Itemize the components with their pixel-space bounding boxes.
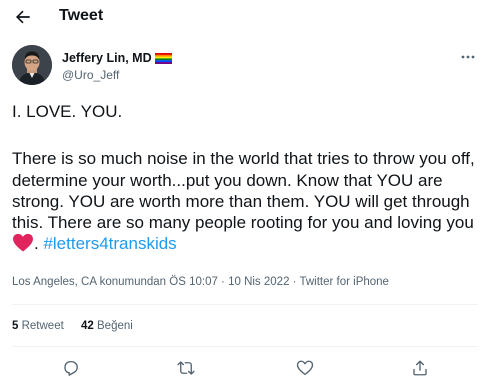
likes-label: Beğeni	[97, 320, 133, 332]
tweet-body-text: There is so much noise in the world that…	[12, 149, 475, 233]
divider	[12, 346, 478, 347]
divider	[12, 304, 478, 305]
more-options-icon[interactable]	[460, 50, 476, 64]
action-bar	[0, 355, 490, 381]
avatar[interactable]	[12, 45, 52, 85]
tweet-header: Tweet	[0, 0, 490, 34]
tweet-line-1: I. LOVE. YOU.	[12, 102, 123, 121]
share-icon[interactable]	[411, 359, 429, 377]
tweet-stats: 5 Retweet 42 Beğeni	[12, 320, 147, 332]
hashtag-link[interactable]: #letters4transkids	[43, 234, 176, 253]
back-arrow-icon[interactable]	[13, 7, 33, 27]
page-title: Tweet	[59, 7, 104, 24]
tweet-paragraph-2: There is so much noise in the world that…	[12, 148, 482, 254]
retweets-stat[interactable]: 5 Retweet	[12, 320, 64, 332]
likes-count: 42	[81, 320, 94, 332]
tweet-meta[interactable]: Los Angeles, CA konumundan ÖS 10:07 · 10…	[12, 276, 389, 288]
like-icon[interactable]	[296, 359, 314, 377]
tweet-text: I. LOVE. YOU. There is so much noise in …	[12, 101, 482, 255]
red-heart-emoji-icon	[13, 234, 33, 253]
author-name-text: Jeffery Lin, MD	[62, 51, 152, 65]
retweets-count: 5	[12, 320, 19, 332]
reply-icon[interactable]	[62, 359, 80, 377]
profile-photo-icon	[12, 45, 52, 85]
author-handle[interactable]: @Uro_Jeff	[62, 68, 119, 82]
retweet-icon[interactable]	[177, 359, 195, 377]
rainbow-flag-icon	[154, 53, 172, 64]
author-name[interactable]: Jeffery Lin, MD	[62, 51, 172, 65]
likes-stat[interactable]: 42 Beğeni	[81, 320, 133, 332]
retweets-label: Retweet	[21, 320, 64, 332]
